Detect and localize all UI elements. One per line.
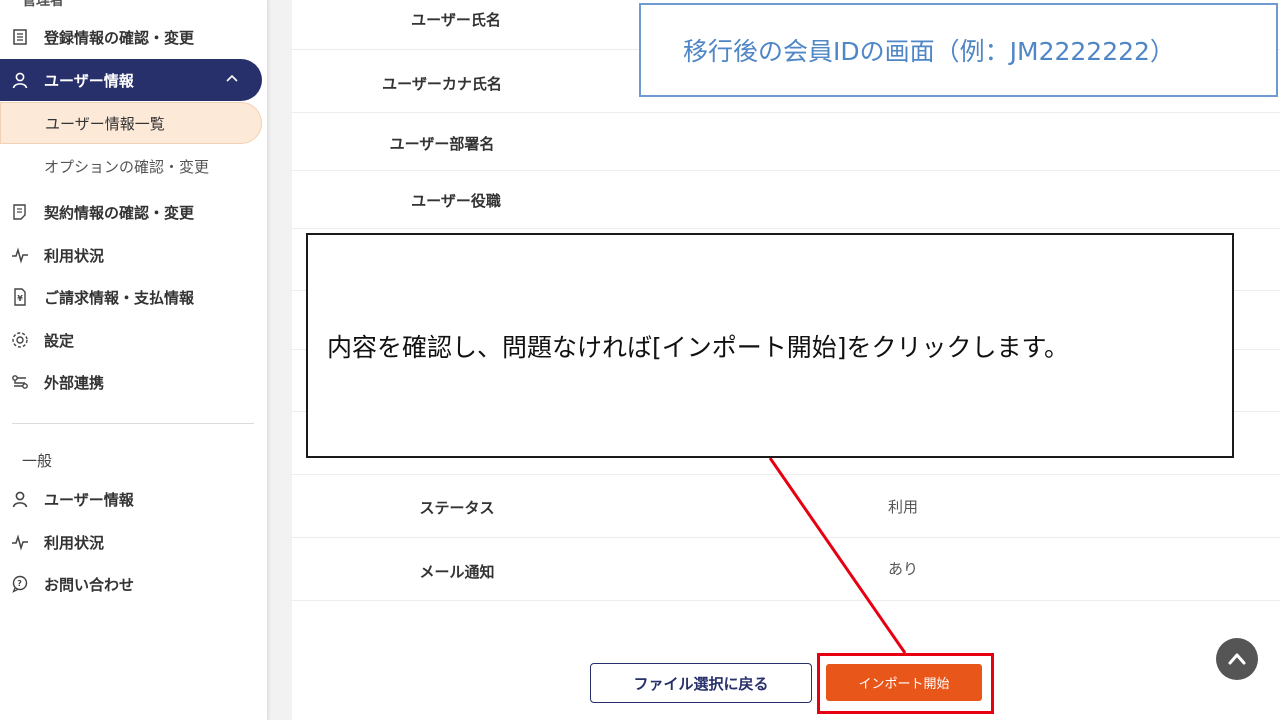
field-label: ユーザー部署名 [389,135,495,153]
sidebar-item-label: お問い合わせ [44,575,135,594]
activity-icon [10,532,30,552]
sidebar-item-contact[interactable]: ? お問い合わせ [0,563,262,605]
field-label: ユーザー氏名 [411,11,501,29]
sidebar-item-billing[interactable]: ¥ ご請求情報・支払情報 [0,276,262,318]
building-icon [10,27,30,47]
sidebar-section-admin: 管理者 [22,0,64,9]
invoice-icon: ¥ [10,287,30,307]
sidebar-item-contract[interactable]: 契約情報の確認・変更 [0,191,262,233]
link-icon [10,372,30,392]
svg-text:?: ? [17,579,22,588]
field-label: ユーザーカナ氏名 [382,75,502,93]
sidebar-item-general-usage[interactable]: 利用状況 [0,521,262,563]
sidebar-item-label: 外部連携 [44,373,105,392]
table-row: ユーザー役職 [292,171,1280,229]
field-label: メール通知 [419,563,495,581]
sidebar-item-usage[interactable]: 利用状況 [0,234,262,276]
instruction-callout: 内容を確認し、問題なければ[インポート開始]をクリックします。 [306,233,1234,458]
import-button-highlight [817,653,994,714]
sidebar-item-label: ユーザー情報 [44,490,134,509]
scroll-to-top-button[interactable] [1216,638,1258,680]
sidebar-subitem-options[interactable]: オプションの確認・変更 [0,145,209,187]
field-value: あり [888,560,919,578]
chevron-up-icon [1228,653,1246,665]
sidebar-item-registration[interactable]: 登録情報の確認・変更 [0,16,262,58]
sidebar: 管理者 登録情報の確認・変更 ユーザー情報 ユーザー情報一覧 オプションの確認・… [0,0,268,720]
sidebar-item-general-user-info[interactable]: ユーザー情報 [0,478,262,520]
member-id-annotation: 移行後の会員IDの画面（例：JM2222222） [639,3,1278,97]
sidebar-item-integration[interactable]: 外部連携 [0,361,262,403]
sidebar-subitem-label: オプションの確認・変更 [44,157,210,176]
field-value: 利用 [888,498,919,516]
chevron-up-icon [226,74,238,82]
sidebar-item-label: ユーザー情報 [44,71,134,90]
sidebar-item-label: 利用状況 [44,533,105,552]
table-row: ステータス 利用 [292,475,1280,538]
svg-text:¥: ¥ [17,294,23,303]
field-label: ユーザー役職 [411,192,501,210]
activity-icon [10,245,30,265]
sidebar-section-general: 一般 [22,452,53,470]
sidebar-item-label: 設定 [44,331,75,350]
user-icon [10,70,30,90]
sidebar-item-label: 契約情報の確認・変更 [44,203,195,222]
document-icon [10,202,30,222]
table-row: メール通知 あり [292,538,1280,601]
gear-icon [10,330,30,350]
sidebar-item-label: ご請求情報・支払情報 [44,288,195,307]
sidebar-divider [12,423,254,424]
sidebar-item-label: 利用状況 [44,246,105,265]
field-label: ステータス [419,499,495,517]
sidebar-item-label: 登録情報の確認・変更 [44,28,195,47]
back-to-file-select-button[interactable]: ファイル選択に戻る [590,663,812,703]
sidebar-subitem-label: ユーザー情報一覧 [45,114,165,133]
sidebar-item-settings[interactable]: 設定 [0,319,262,361]
sidebar-item-user-info[interactable]: ユーザー情報 [0,59,262,101]
sidebar-subitem-user-list[interactable]: ユーザー情報一覧 [0,102,262,144]
user-icon [10,489,30,509]
table-row: ユーザー部署名 [292,113,1280,171]
chat-question-icon: ? [10,574,30,594]
